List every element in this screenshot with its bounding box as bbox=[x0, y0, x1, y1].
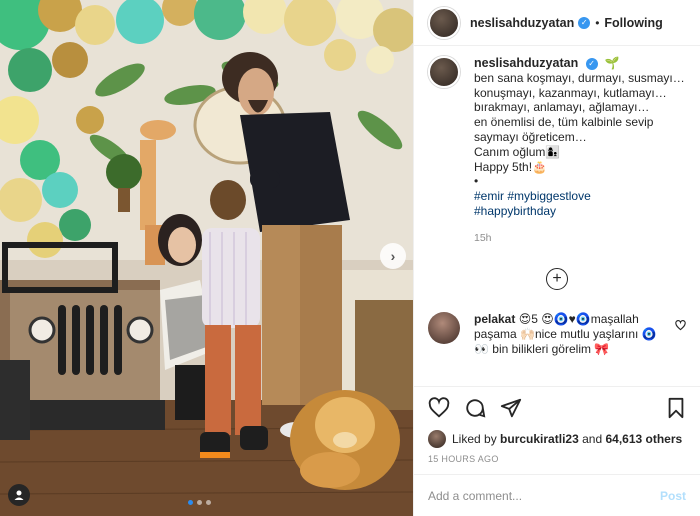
share-direct-icon[interactable] bbox=[500, 397, 522, 419]
comments-area[interactable]: neslisahduzyatan ✓ 🌱 ben sana koşmayı, d… bbox=[414, 46, 700, 386]
carousel-dot bbox=[188, 500, 193, 505]
author-username[interactable]: neslisahduzyatan bbox=[470, 16, 574, 30]
plus-circle-icon: + bbox=[546, 267, 568, 290]
comment-like-heart-icon[interactable] bbox=[675, 319, 686, 334]
avatar[interactable] bbox=[428, 56, 460, 88]
likes-summary: Liked by burcukiratli23 and 64,613 other… bbox=[414, 428, 700, 450]
hashtag-link[interactable]: #happybirthday bbox=[474, 204, 556, 218]
caption: neslisahduzyatan ✓ 🌱 ben sana koşmayı, d… bbox=[428, 56, 686, 246]
caption-line: bırakmayı, anlamayı, ağlamayı… bbox=[474, 100, 650, 115]
following-button[interactable]: Following bbox=[604, 16, 662, 30]
comment-item: pelakat 😍5 😍🧿♥🧿maşallah paşama 🙌🏻nice mu… bbox=[428, 311, 686, 357]
bookmark-save-icon[interactable] bbox=[666, 397, 686, 419]
post-photo[interactable]: › bbox=[0, 0, 413, 516]
caption-username[interactable]: neslisahduzyatan bbox=[474, 56, 578, 70]
post-comment-button[interactable]: Post bbox=[660, 489, 686, 503]
post-timestamp[interactable]: 15 HOURS AGO bbox=[414, 450, 700, 474]
liked-by-text: Liked by burcukiratli23 and 64,613 other… bbox=[452, 432, 682, 446]
caption-timestamp[interactable]: 15h bbox=[474, 231, 685, 246]
carousel-dot bbox=[197, 500, 202, 505]
likes-count-link[interactable]: 64,613 others bbox=[605, 432, 682, 446]
verified-badge-icon: ✓ bbox=[585, 57, 598, 70]
liked-by-and: and bbox=[582, 432, 603, 446]
comment-input[interactable] bbox=[428, 488, 660, 503]
carousel-next-button[interactable]: › bbox=[380, 243, 406, 269]
load-more-comments-button[interactable]: + bbox=[428, 267, 686, 290]
photo-illustration bbox=[0, 0, 413, 516]
instagram-post: › neslisahduzyatan ✓ • Following neslisa… bbox=[0, 0, 700, 516]
liked-by-username[interactable]: burcukiratli23 bbox=[500, 432, 579, 446]
avatar[interactable] bbox=[428, 311, 460, 344]
caption-line: ben sana koşmayı, durmayı, susmayı… bbox=[474, 70, 685, 85]
liked-by-prefix: Liked by bbox=[452, 432, 497, 446]
tagged-users-button[interactable] bbox=[8, 484, 30, 506]
caption-text: ben sana koşmayı, durmayı, susmayı… konu… bbox=[474, 71, 685, 219]
caption-line: saymayı öğreticem… bbox=[474, 129, 587, 144]
post-sidebar: neslisahduzyatan ✓ • Following neslisahd… bbox=[413, 0, 700, 516]
add-comment-bar: Post bbox=[414, 474, 700, 516]
caption-line: Canım oğlum👩‍👦 bbox=[474, 144, 561, 159]
hashtag-link[interactable]: #mybiggestlove bbox=[507, 189, 590, 203]
avatar bbox=[428, 430, 446, 448]
caption-line: konuşmayı, kazanmayı, kutlamayı… bbox=[474, 85, 667, 100]
like-heart-icon[interactable] bbox=[428, 396, 450, 419]
plant-emoji-icon: 🌱 bbox=[604, 56, 620, 70]
caption-line: en önemlisi de, tüm kalbinle sevip bbox=[474, 115, 654, 130]
caption-line: • bbox=[474, 174, 479, 189]
carousel-dot bbox=[206, 500, 211, 505]
avatar[interactable] bbox=[428, 6, 460, 39]
post-header: neslisahduzyatan ✓ • Following bbox=[414, 0, 700, 46]
user-icon bbox=[14, 490, 24, 500]
action-bar bbox=[414, 386, 700, 428]
carousel-indicator bbox=[188, 500, 211, 505]
hashtag-link[interactable]: #emir bbox=[474, 189, 504, 203]
verified-badge-icon: ✓ bbox=[578, 16, 591, 29]
comment-username[interactable]: pelakat bbox=[474, 312, 515, 326]
header-separator: • bbox=[595, 15, 600, 30]
comment-bubble-icon[interactable] bbox=[464, 397, 486, 419]
caption-line: Happy 5th!🎂 bbox=[474, 159, 547, 174]
